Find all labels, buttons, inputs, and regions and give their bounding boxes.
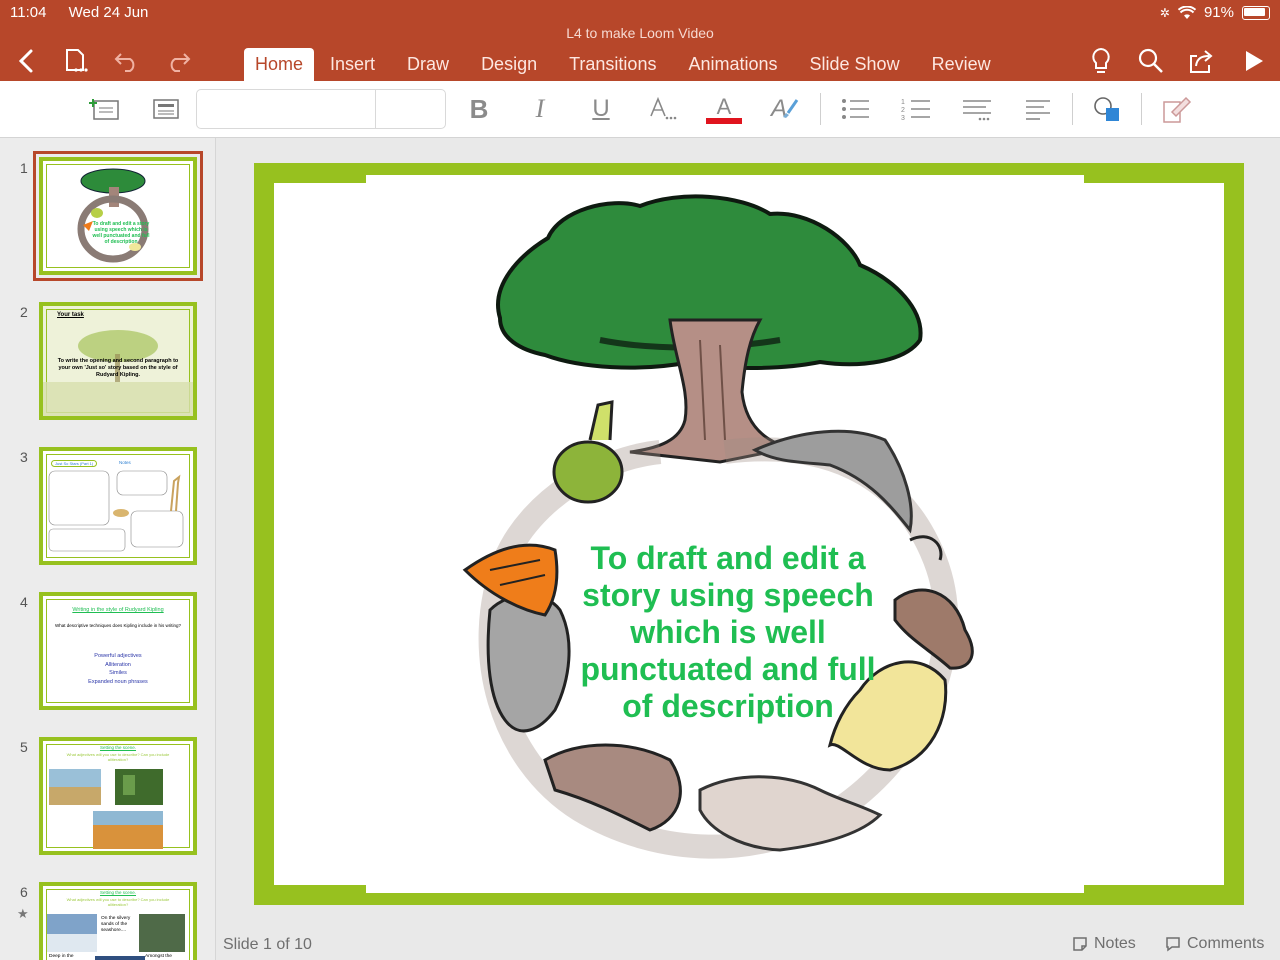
comments-label: Comments: [1187, 935, 1265, 952]
status-bar: Slide 1 of 10 Notes Comments: [216, 930, 1280, 960]
notes-label: Notes: [1094, 935, 1136, 952]
slide-title-text[interactable]: To draft and edit a story using speech w…: [568, 540, 888, 725]
comments-button[interactable]: Comments: [1165, 935, 1264, 953]
slide-text-line: punctuated and full: [580, 651, 876, 687]
notes-icon: [1073, 937, 1087, 951]
comments-icon: [1166, 937, 1180, 952]
slide-counter: Slide 1 of 10: [223, 936, 312, 953]
slide-text-line: To draft and edit a: [590, 540, 866, 576]
tree-of-animals-illustration: [462, 194, 974, 859]
notes-button[interactable]: Notes: [1072, 935, 1136, 953]
slide-text-line: of description: [622, 688, 834, 724]
slide-text-line: story using speech: [582, 577, 874, 613]
slide-text-line: which is well: [630, 614, 826, 650]
